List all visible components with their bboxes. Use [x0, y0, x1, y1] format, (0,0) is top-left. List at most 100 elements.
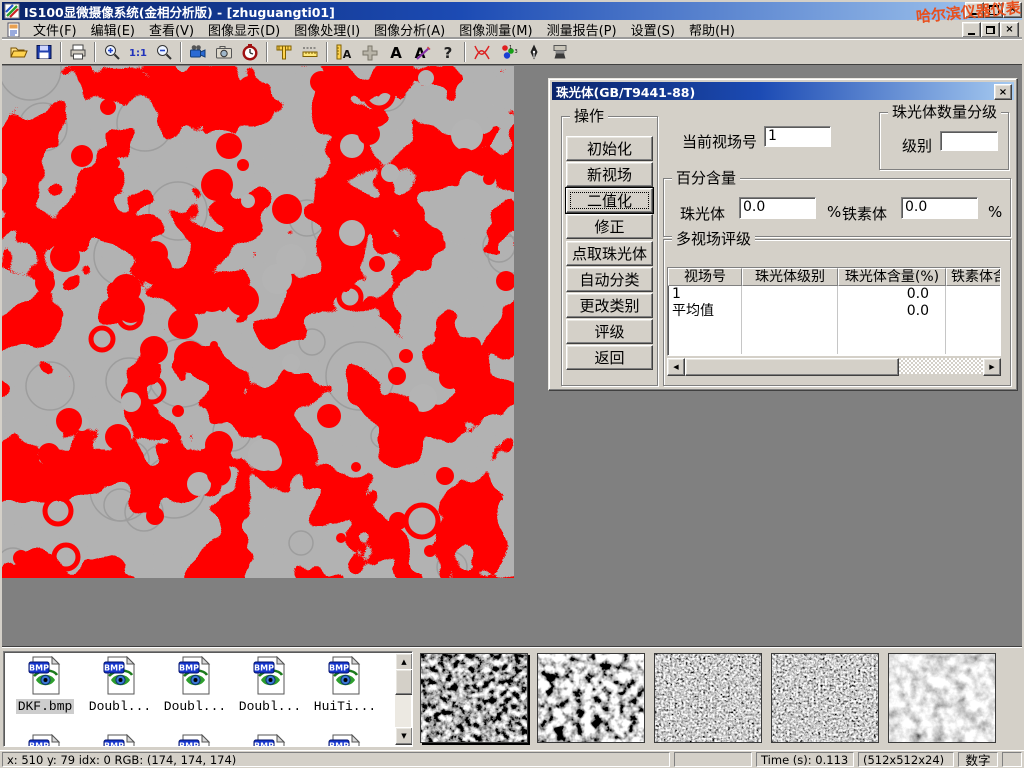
measure-text-button[interactable]: A: [331, 41, 357, 63]
file-name: Doubl...: [237, 699, 303, 714]
video-capture-button[interactable]: [185, 41, 211, 63]
file-item[interactable]: Doubl...: [83, 656, 157, 714]
spline-tool-button[interactable]: [469, 41, 495, 63]
micrograph-image[interactable]: [2, 66, 514, 578]
file-list-vscrollbar[interactable]: ▲ ▼: [395, 653, 411, 745]
help-button[interactable]: ?: [435, 41, 461, 63]
ferrite-unit: %: [988, 203, 1002, 221]
file-item[interactable]: [308, 734, 382, 747]
scroll-left-arrow[interactable]: ◀: [667, 358, 685, 376]
annotate-button[interactable]: A: [409, 41, 435, 63]
menu-image-display[interactable]: 图像显示(D): [201, 19, 287, 40]
menu-image-measure[interactable]: 图像测量(M): [452, 19, 539, 40]
status-bar: x: 510 y: 79 idx: 0 RGB: (174, 174, 174)…: [0, 750, 1024, 768]
print-button[interactable]: [65, 41, 91, 63]
level-input[interactable]: [940, 131, 998, 151]
file-name: Doubl...: [87, 699, 153, 714]
cell-field: 平均值: [668, 303, 742, 320]
thumbnail-2[interactable]: [537, 653, 645, 743]
binarize-button[interactable]: 二值化: [566, 188, 653, 213]
save-floppy-icon: [34, 43, 54, 61]
thumbnail-3[interactable]: [654, 653, 762, 743]
grading-group: 珠光体数量分级 级别: [879, 112, 1009, 170]
file-item[interactable]: Doubl...: [233, 656, 307, 714]
menu-view[interactable]: 查看(V): [142, 19, 201, 40]
scroll-thumb[interactable]: [685, 358, 899, 376]
pick-pearlite-button[interactable]: 点取珠光体: [566, 241, 653, 266]
thumbnail-5[interactable]: [888, 653, 996, 743]
app-icon[interactable]: [4, 3, 20, 19]
new-field-button[interactable]: 新视场: [566, 162, 653, 187]
table-row[interactable]: 平均值 0.0: [668, 303, 1000, 320]
menu-settings[interactable]: 设置(S): [624, 19, 682, 40]
open-folder-icon: [8, 43, 28, 61]
menu-edit[interactable]: 编辑(E): [84, 19, 142, 40]
brush-button[interactable]: [547, 41, 573, 63]
mdi-restore-button[interactable]: [981, 22, 1000, 38]
grade-button[interactable]: 评级: [566, 319, 653, 344]
file-item[interactable]: Doubl...: [158, 656, 232, 714]
menu-image-process[interactable]: 图像处理(I): [287, 19, 367, 40]
bmp-file-icon: [328, 656, 362, 696]
zoom-in-button[interactable]: [99, 41, 125, 63]
bmp-file-icon: [178, 734, 212, 747]
change-class-button[interactable]: 更改类别: [566, 293, 653, 318]
classify-dots-button[interactable]: 13: [495, 41, 521, 63]
file-item[interactable]: [158, 734, 232, 747]
ferrite-percent-input[interactable]: 0.0: [901, 197, 978, 219]
ruler-button[interactable]: [297, 41, 323, 63]
pixel-info-panel: x: 510 y: 79 idx: 0 RGB: (174, 174, 174): [2, 752, 670, 767]
menu-image-analysis[interactable]: 图像分析(A): [367, 19, 452, 40]
file-item[interactable]: [233, 734, 307, 747]
dialog-title-bar[interactable]: 珠光体(GB/T9441-88) ×: [552, 82, 1014, 100]
clock-icon: [240, 43, 260, 61]
table-hscrollbar[interactable]: ◀ ▶: [667, 358, 1001, 374]
file-item[interactable]: HuiTi...: [308, 656, 382, 714]
actual-size-button[interactable]: 1:1: [125, 41, 151, 63]
text-button[interactable]: A: [383, 41, 409, 63]
table-row[interactable]: 1 0.0: [668, 286, 1000, 303]
document-icon[interactable]: [6, 22, 22, 38]
timer-button[interactable]: [237, 41, 263, 63]
snapshot-button[interactable]: [211, 41, 237, 63]
current-field-input[interactable]: 1: [764, 126, 831, 147]
letter-a-icon: A: [386, 43, 406, 61]
caliper-button[interactable]: [271, 41, 297, 63]
scroll-thumb[interactable]: [395, 669, 413, 695]
mdi-close-button[interactable]: ×: [1000, 22, 1019, 38]
current-field-label: 当前视场号: [682, 131, 757, 152]
bmp-file-icon: [178, 656, 212, 696]
help-icon: ?: [438, 43, 458, 61]
correct-button[interactable]: 修正: [566, 214, 653, 239]
file-list[interactable]: DKF.bmp Doubl... Doubl... Doubl... HuiTi…: [3, 651, 413, 747]
menu-report[interactable]: 测量报告(P): [540, 19, 624, 40]
col-field: 视场号: [668, 268, 742, 286]
col-ferrite: 铁素体含量(%): [946, 268, 1001, 286]
dialog-close-button[interactable]: ×: [994, 84, 1012, 100]
menu-help[interactable]: 帮助(H): [682, 19, 742, 40]
save-button[interactable]: [31, 41, 57, 63]
thumbnail-4[interactable]: [771, 653, 879, 743]
pen-button[interactable]: [521, 41, 547, 63]
mdi-minimize-button[interactable]: [962, 22, 981, 38]
init-button[interactable]: 初始化: [566, 136, 653, 161]
image-merge-button[interactable]: [357, 41, 383, 63]
thumbnail-1[interactable]: [420, 653, 528, 743]
scroll-right-arrow[interactable]: ▶: [983, 358, 1001, 376]
file-item[interactable]: DKF.bmp: [8, 656, 82, 714]
auto-classify-button[interactable]: 自动分类: [566, 267, 653, 292]
empty-panel: [1002, 752, 1022, 767]
caliper-icon: [274, 43, 294, 61]
cell-pearlite: 0.0: [838, 286, 946, 303]
zoom-out-button[interactable]: [151, 41, 177, 63]
scroll-down-arrow[interactable]: ▼: [395, 727, 413, 745]
grading-table[interactable]: 视场号 珠光体级别 珠光体含量(%) 铁素体含量(%) 1 0.0 平均值 0.…: [667, 267, 1001, 356]
menu-file[interactable]: 文件(F): [26, 19, 84, 40]
pearlite-percent-input[interactable]: 0.0: [739, 197, 816, 219]
return-button[interactable]: 返回: [566, 345, 653, 370]
file-item[interactable]: [8, 734, 82, 747]
open-button[interactable]: [5, 41, 31, 63]
file-item[interactable]: [83, 734, 157, 747]
cell-pearlite: 0.0: [838, 303, 946, 320]
one-to-one-icon: 1:1: [128, 43, 148, 61]
